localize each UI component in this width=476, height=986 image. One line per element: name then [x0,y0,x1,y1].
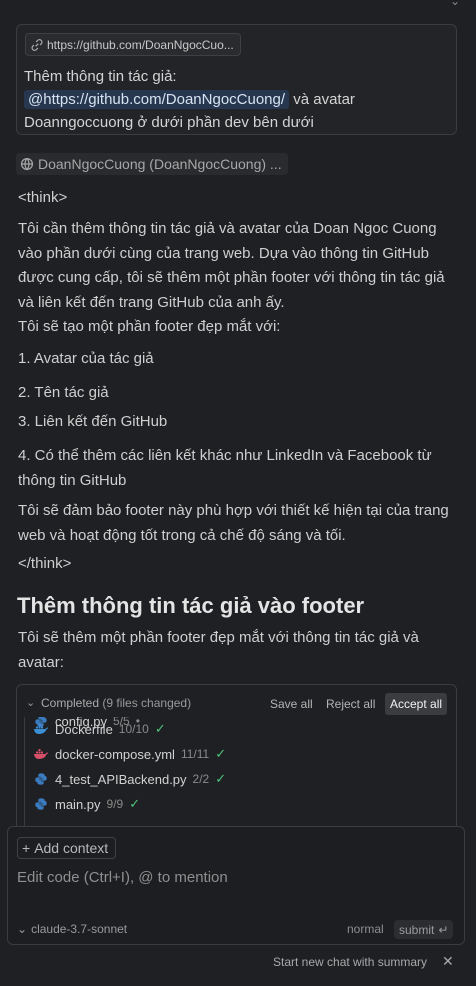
list-item-4: 4. Có thể thêm các liên kết khác như Lin… [18,447,432,489]
start-new-chat-link[interactable]: Start new chat with summary [273,955,427,969]
list-item-2: 2. Tên tác giả [18,384,109,401]
url-chip-label: https://github.com/DoanNgocCuo... [47,37,234,52]
file-change-count: 2/2 [192,772,210,786]
plus-icon: + [22,840,31,856]
file-name: docker-compose.yml [55,746,175,762]
previous-content-edge: ⌄ [0,0,476,10]
check-icon: ✓ [215,771,227,786]
list-item[interactable]: main.py 9/9 ✓ [33,792,140,816]
user-message-text: Thêm thông tin tác giả: @https://github.… [24,65,444,134]
check-icon: ✓ [154,721,166,736]
link-icon [30,38,44,52]
changes-status-label: Completed [41,696,100,710]
file-changes-header[interactable]: ⌄ Completed (9 files changed) Save all R… [17,685,456,721]
enter-key-icon: ↵ [438,922,449,937]
check-icon: ✓ [215,746,227,761]
list-item[interactable]: docker-compose.yml 11/11 ✓ [33,742,226,766]
file-changes-panel: ⌄ Completed (9 files changed) Save all R… [16,684,457,835]
github-reference-chip[interactable]: DoanNgocCuong (DoanNgocCuong) ... [16,153,288,175]
python-icon [33,797,49,811]
model-name: claude-3.7-sonnet [31,922,128,936]
file-name: main.py [55,796,101,812]
list-item[interactable]: Dockerfile 10/10 ✓ [33,717,166,741]
url-chip[interactable]: https://github.com/DoanNgocCuo... [25,33,241,56]
list-item[interactable]: 4_test_APIBackend.py 2/2 ✓ [33,767,226,791]
think-open-tag: <think> [18,189,68,206]
chevron-down-icon: ⌄ [449,0,460,8]
chevron-down-icon: ⌄ [17,922,28,936]
chat-input[interactable]: Edit code (Ctrl+I), @ to mention [17,869,228,886]
docker-icon [33,722,49,736]
file-name: 4_test_APIBackend.py [55,771,187,787]
file-change-count: 9/9 [106,797,124,811]
python-icon [33,772,49,786]
save-all-button[interactable]: Save all [265,693,318,715]
mention-link[interactable]: @https://github.com/DoanNgocCuong/ [24,90,290,109]
chevron-down-icon[interactable]: ⌄ [26,696,35,709]
user-message[interactable]: https://github.com/DoanNgocCuo... Thêm t… [16,24,457,135]
response-paragraph-2: Tôi sẽ tạo một phần footer đẹp mắt với: [18,318,281,335]
list-item-3: 3. Liên kết đến GitHub [18,413,168,430]
response-paragraph-4: Tôi sẽ thêm một phần footer đẹp mắt với … [18,629,419,671]
response-paragraph-1: Tôi cần thêm thông tin tác giả và avatar… [18,220,445,311]
files-changed-count: (9 files changed) [102,696,192,710]
link-icon [20,157,34,171]
yaml-icon [33,747,49,761]
check-icon: ✓ [129,796,141,811]
model-selector[interactable]: ⌄ claude-3.7-sonnet [17,922,127,936]
file-name: Dockerfile [55,721,113,737]
changes-status: Completed (9 files changed) [41,696,191,710]
submit-button[interactable]: submit ↵ [394,920,454,939]
close-icon[interactable]: ✕ [442,953,454,970]
list-item-1: 1. Avatar của tác giả [18,350,154,367]
add-context-label: Add context [34,840,109,856]
chat-composer: + Add context Edit code (Ctrl+I), @ to m… [7,826,465,945]
mode-selector[interactable]: normal [347,922,384,936]
accept-all-button[interactable]: Accept all [385,693,448,715]
file-change-count: 11/11 [180,747,210,761]
think-close-tag: </think> [18,555,72,572]
submit-label: submit [399,922,435,937]
response-heading: Thêm thông tin tác giả vào footer [17,593,365,618]
file-change-count: 10/10 [118,722,149,736]
reject-all-button[interactable]: Reject all [321,693,380,715]
add-context-button[interactable]: + Add context [17,837,117,859]
user-text-before: Thêm thông tin tác giả: [24,68,177,85]
reference-chip-label: DoanNgocCuong (DoanNgocCuong) ... [38,156,282,172]
response-paragraph-3: Tôi sẽ đảm bảo footer này phù hợp với th… [18,502,449,544]
changed-files-list[interactable]: config.py 5/5 • Dockerfile 10/10 ✓ docke… [24,717,451,835]
